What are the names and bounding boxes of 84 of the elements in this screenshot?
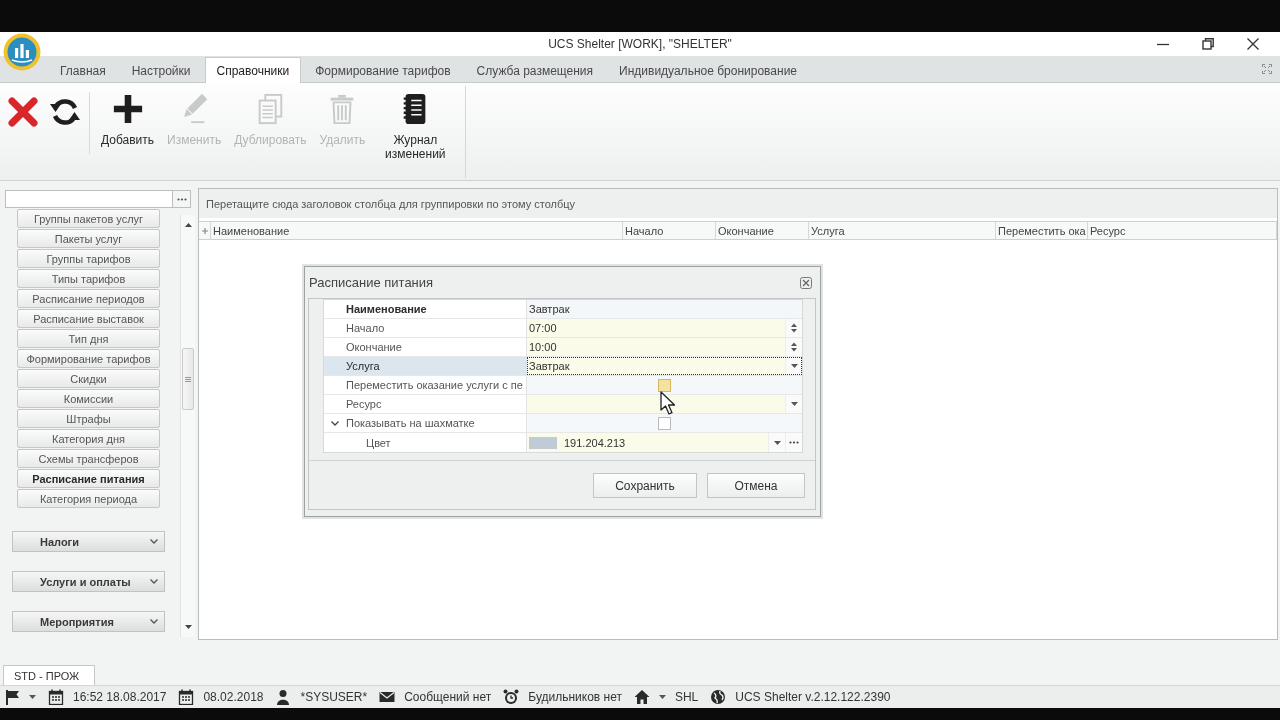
nav-item[interactable]: Категория периода — [17, 489, 160, 508]
color-field[interactable]: 191.204.213 — [527, 433, 802, 452]
scroll-down-icon[interactable] — [184, 625, 192, 629]
home-icon[interactable] — [633, 689, 650, 705]
restore-icon[interactable] — [1201, 37, 1215, 51]
status-text: Будильников нет — [528, 690, 622, 704]
status-text: 16:52 18.08.2017 — [73, 690, 167, 704]
nav-item[interactable]: Группы пакетов услуг — [17, 209, 160, 228]
calendar-icon — [178, 689, 195, 705]
flag-icon[interactable] — [4, 689, 20, 705]
cross-icon[interactable] — [6, 95, 40, 129]
ribbon-tab[interactable]: Настройки — [119, 58, 203, 82]
nav-item[interactable]: Формирование тарифов — [17, 349, 160, 368]
checkbox[interactable] — [658, 416, 671, 430]
nav-item[interactable]: Расписание питания — [17, 469, 160, 488]
nav-item[interactable]: Категория дня — [17, 429, 160, 448]
dropdown-field[interactable] — [527, 395, 802, 413]
column-header[interactable]: Услуга — [809, 222, 996, 239]
status-text: Сообщений нет — [404, 690, 492, 704]
nav-item[interactable]: Расписание периодов — [17, 289, 160, 308]
corner-arrows-icon[interactable] — [1262, 64, 1272, 74]
scroll-thumb[interactable] — [182, 348, 194, 410]
alarm-clock-icon — [503, 689, 520, 705]
ribbon-tab[interactable]: Формирование тарифов — [303, 58, 463, 82]
close-icon[interactable] — [1246, 37, 1260, 51]
status-text: *SYSUSER* — [300, 690, 368, 704]
caret-icon[interactable] — [658, 695, 666, 699]
dialog-button[interactable]: Отмена — [707, 473, 805, 498]
status-text: 08.02.2018 — [203, 690, 264, 704]
user-icon — [275, 689, 292, 705]
dropdown-field[interactable]: Завтрак — [527, 357, 802, 375]
document-tab[interactable]: STD - ПРОЖ — [3, 665, 95, 685]
chevron-down-icon — [150, 579, 158, 584]
checkbox[interactable] — [658, 378, 671, 392]
globe-icon — [710, 689, 727, 705]
search-field[interactable] — [5, 190, 173, 208]
ribbon-tab[interactable]: Главная — [48, 58, 118, 82]
nav-item[interactable]: Тип дня — [17, 329, 160, 348]
nav-group-header[interactable]: Мероприятия — [12, 611, 165, 632]
column-header[interactable]: Окончание — [716, 222, 809, 239]
spin-icon[interactable] — [791, 342, 797, 352]
nav-item[interactable]: Скидки — [17, 369, 160, 388]
caret-icon[interactable] — [790, 402, 798, 406]
column-header[interactable]: Ресурс — [1088, 222, 1277, 239]
ellipsis-icon[interactable] — [789, 441, 799, 444]
ribbon-tab[interactable]: Индивидуальное бронирование — [607, 58, 809, 82]
chevron-down-icon — [150, 539, 158, 544]
column-header[interactable]: Наименование — [211, 222, 623, 239]
time-field[interactable]: 10:00 — [527, 338, 802, 356]
chevron-down-icon — [150, 619, 158, 624]
window-title: UCS Shelter [WORK], "SHELTER" — [548, 37, 732, 51]
status-text: UCS Shelter v.2.12.122.2390 — [735, 690, 891, 704]
scrollbar[interactable] — [180, 215, 195, 637]
envelope-icon — [379, 689, 396, 705]
caret-icon[interactable] — [773, 440, 781, 445]
chevron-down-icon[interactable] — [331, 420, 339, 426]
property-name[interactable]: Услуга — [324, 357, 527, 375]
nav-item[interactable]: Типы тарифов — [17, 269, 160, 288]
nav-item[interactable]: Штрафы — [17, 409, 160, 428]
caret-icon[interactable] — [790, 364, 798, 368]
calendar-icon — [48, 689, 64, 705]
nav-group-header[interactable]: Услуги и оплаты — [12, 571, 165, 592]
nav-item[interactable]: Группы тарифов — [17, 249, 160, 268]
column-header[interactable]: Начало — [623, 222, 716, 239]
time-field[interactable]: 07:00 — [527, 319, 802, 337]
nav-group-header[interactable]: Налоги — [12, 531, 165, 552]
toolbar-button[interactable]: Добавить — [98, 92, 158, 147]
dialog-button[interactable]: Сохранить — [593, 473, 697, 498]
ellipsis-icon — [176, 197, 187, 201]
nav-item[interactable]: Схемы трансферов — [17, 449, 160, 468]
dialog-title: Расписание питания — [309, 275, 434, 290]
ribbon-tab[interactable]: Служба размещения — [464, 58, 606, 82]
caret-icon[interactable] — [29, 695, 36, 699]
nav-item[interactable]: Комиссии — [17, 389, 160, 408]
toolbar-button[interactable]: Журнал изменений — [375, 92, 456, 161]
status-text: SHL — [674, 690, 699, 704]
property-value: Завтрак — [527, 300, 802, 318]
column-header[interactable]: Переместить ока — [996, 222, 1088, 239]
nav-item[interactable]: Пакеты услуг — [17, 229, 160, 248]
spin-icon[interactable] — [791, 323, 797, 333]
scroll-up-icon[interactable] — [184, 223, 192, 227]
group-panel-hint: Перетащите сюда заголовок столбца для группировки по этому столбцу — [206, 197, 576, 210]
nav-item[interactable]: Расписание выставок — [17, 309, 160, 328]
ribbon-tab[interactable]: Справочники — [204, 57, 302, 83]
